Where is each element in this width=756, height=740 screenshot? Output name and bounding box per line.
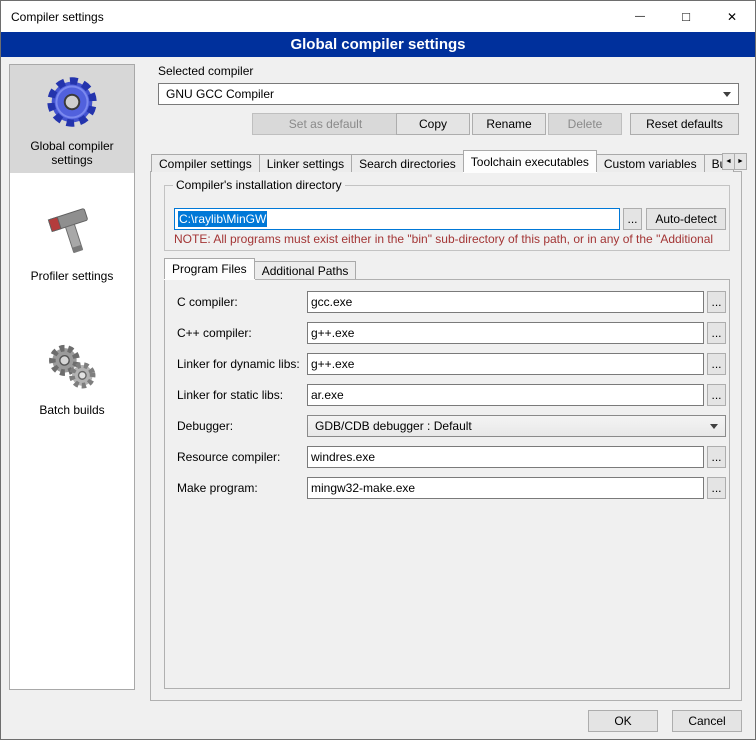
selected-compiler-label: Selected compiler: [158, 64, 253, 78]
form-row-resource-compiler: Resource compiler: windres.exe ...: [165, 446, 729, 468]
close-icon: ✕: [727, 10, 737, 24]
form-row-debugger: Debugger: GDB/CDB debugger : Default: [165, 415, 729, 437]
form-row-dynamic-linker: Linker for dynamic libs: g++.exe ...: [165, 353, 729, 375]
dialog-header: Global compiler settings: [1, 32, 755, 57]
static-linker-label: Linker for static libs:: [177, 388, 283, 402]
resource-compiler-browse-button[interactable]: ...: [707, 446, 726, 468]
resource-compiler-label: Resource compiler:: [177, 450, 280, 464]
sidebar-item-label: Global compiler settings: [12, 139, 132, 167]
c-compiler-value: gcc.exe: [311, 295, 352, 309]
sidebar: Global compiler settings Profiler settin…: [9, 64, 135, 690]
debugger-select[interactable]: GDB/CDB debugger : Default: [307, 415, 726, 437]
minimize-button[interactable]: —: [617, 1, 663, 32]
tab-additional-paths[interactable]: Additional Paths: [254, 261, 357, 279]
tab-custom-variables[interactable]: Custom variables: [596, 154, 705, 172]
make-program-input[interactable]: mingw32-make.exe: [307, 477, 704, 499]
titlebar: Compiler settings — □ ✕: [1, 1, 755, 32]
minimize-icon: —: [635, 11, 645, 22]
titlebar-buttons: — □ ✕: [617, 1, 755, 32]
maximize-button[interactable]: □: [663, 1, 709, 32]
dynamic-linker-browse-button[interactable]: ...: [707, 353, 726, 375]
set-as-default-button: Set as default: [252, 113, 399, 135]
resource-compiler-input[interactable]: windres.exe: [307, 446, 704, 468]
make-program-browse-button[interactable]: ...: [707, 477, 726, 499]
installation-directory-groupbox: Compiler's installation directory C:\ray…: [164, 185, 730, 251]
maximize-icon: □: [682, 9, 690, 24]
installation-directory-value: C:\raylib\MinGW: [178, 211, 267, 227]
gray-gears-icon: [40, 334, 104, 398]
compiler-tabstrip: Compiler settings Linker settings Search…: [151, 150, 733, 172]
window-title: Compiler settings: [1, 10, 104, 24]
form-row-c-compiler: C compiler: gcc.exe ...: [165, 291, 729, 313]
rename-button[interactable]: Rename: [472, 113, 546, 135]
tab-linker-settings[interactable]: Linker settings: [259, 154, 352, 172]
tab-scroll-buttons: ◄ ►: [723, 153, 747, 170]
bin-subdirectory-note: NOTE: All programs must exist either in …: [174, 232, 727, 246]
ok-button[interactable]: OK: [588, 710, 658, 732]
tab-compiler-settings[interactable]: Compiler settings: [151, 154, 260, 172]
cancel-button[interactable]: Cancel: [672, 710, 742, 732]
tab-search-directories[interactable]: Search directories: [351, 154, 464, 172]
static-linker-value: ar.exe: [311, 388, 344, 402]
form-row-cpp-compiler: C++ compiler: g++.exe ...: [165, 322, 729, 344]
installation-directory-title: Compiler's installation directory: [173, 178, 345, 192]
debugger-value: GDB/CDB debugger : Default: [315, 419, 472, 433]
program-files-tabstrip: Program Files Additional Paths: [164, 258, 355, 279]
selected-compiler-dropdown[interactable]: GNU GCC Compiler: [158, 83, 739, 105]
reset-defaults-button[interactable]: Reset defaults: [630, 113, 739, 135]
delete-button: Delete: [548, 113, 622, 135]
close-button[interactable]: ✕: [709, 1, 755, 32]
dynamic-linker-value: g++.exe: [311, 357, 354, 371]
tab-program-files[interactable]: Program Files: [164, 258, 255, 279]
static-linker-input[interactable]: ar.exe: [307, 384, 704, 406]
form-row-make-program: Make program: mingw32-make.exe ...: [165, 477, 729, 499]
sidebar-item-label: Batch builds: [39, 403, 104, 417]
dropdown-arrow-icon: [710, 424, 718, 429]
resource-compiler-value: windres.exe: [311, 450, 375, 464]
c-compiler-browse-button[interactable]: ...: [707, 291, 726, 313]
tab-scroll-right-icon[interactable]: ►: [734, 153, 747, 170]
make-program-label: Make program:: [177, 481, 258, 495]
copy-button[interactable]: Copy: [396, 113, 470, 135]
cpp-compiler-value: g++.exe: [311, 326, 354, 340]
cpp-compiler-label: C++ compiler:: [177, 326, 252, 340]
sidebar-item-label: Profiler settings: [31, 269, 114, 283]
sidebar-item-profiler-settings[interactable]: Profiler settings: [10, 195, 134, 289]
make-program-value: mingw32-make.exe: [311, 481, 415, 495]
installation-directory-browse-button[interactable]: ...: [623, 208, 642, 230]
auto-detect-button[interactable]: Auto-detect: [646, 208, 726, 230]
tab-toolchain-executables[interactable]: Toolchain executables: [463, 150, 597, 172]
program-files-panel: C compiler: gcc.exe ... C++ compiler: g+…: [164, 279, 730, 689]
form-row-static-linker: Linker for static libs: ar.exe ...: [165, 384, 729, 406]
compiler-settings-window: Compiler settings — □ ✕ Global compiler …: [0, 0, 756, 740]
dynamic-linker-input[interactable]: g++.exe: [307, 353, 704, 375]
c-compiler-label: C compiler:: [177, 295, 238, 309]
c-compiler-input[interactable]: gcc.exe: [307, 291, 704, 313]
static-linker-browse-button[interactable]: ...: [707, 384, 726, 406]
dropdown-arrow-icon: [723, 92, 731, 97]
sidebar-item-global-compiler-settings[interactable]: Global compiler settings: [10, 65, 134, 173]
selected-compiler-value: GNU GCC Compiler: [166, 87, 274, 101]
cpp-compiler-browse-button[interactable]: ...: [707, 322, 726, 344]
cpp-compiler-input[interactable]: g++.exe: [307, 322, 704, 344]
sidebar-item-batch-builds[interactable]: Batch builds: [10, 329, 134, 423]
dynamic-linker-label: Linker for dynamic libs:: [177, 357, 300, 371]
debugger-label: Debugger:: [177, 419, 233, 433]
blue-gear-icon: [40, 70, 104, 134]
installation-directory-input[interactable]: C:\raylib\MinGW: [174, 208, 620, 230]
profiler-tool-icon: [40, 200, 104, 264]
